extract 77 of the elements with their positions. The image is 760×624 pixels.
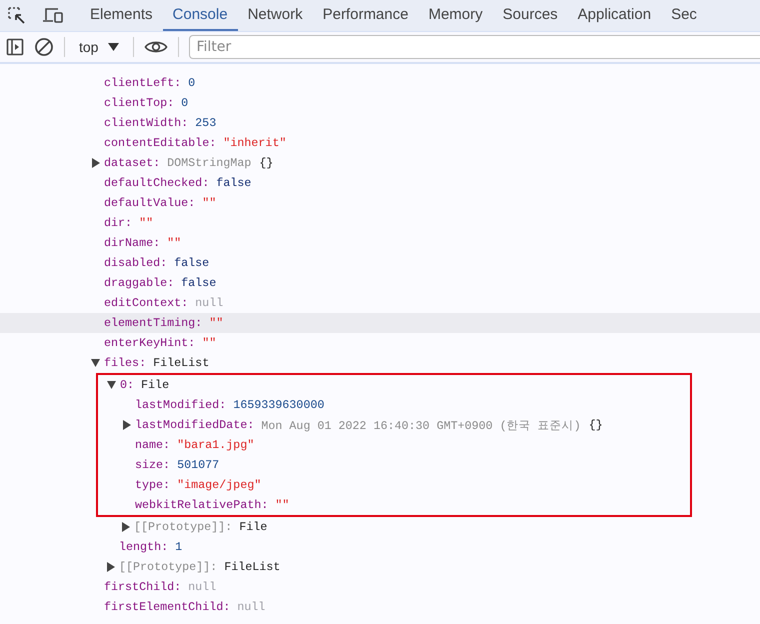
property-value: false <box>181 276 216 290</box>
property-key: lastModifiedDate: <box>135 418 254 432</box>
braces-text: {} <box>259 156 274 170</box>
eye-icon[interactable] <box>144 39 168 55</box>
property-value: "" <box>202 196 216 210</box>
property-key: [[Prototype]]: <box>134 520 232 534</box>
sidebar-icon[interactable] <box>6 38 24 56</box>
property-value: File <box>141 378 170 392</box>
property-key: 0: <box>120 378 134 392</box>
panel-tab[interactable]: Sec <box>661 0 707 31</box>
property-value: "bara1.jpg" <box>177 438 254 452</box>
property-value: 0 <box>181 96 188 110</box>
property-key: length: <box>119 540 168 554</box>
property-value: false <box>174 256 210 270</box>
context-dropdown[interactable]: top <box>75 39 124 55</box>
property-value: "" <box>139 216 154 230</box>
property-key: elementTiming: <box>104 316 202 330</box>
expand-triangle-icon[interactable] <box>91 158 100 168</box>
panel-tab[interactable]: Sources <box>492 0 568 31</box>
filter-field[interactable]: Filter <box>189 35 760 59</box>
panel-tab[interactable]: Performance <box>312 0 418 31</box>
property-value: "" <box>209 316 224 330</box>
property-key: name: <box>135 438 170 452</box>
property-value: FileList <box>224 560 280 574</box>
property-value: false <box>216 176 252 190</box>
property-key: draggable: <box>104 276 174 290</box>
panel-tab[interactable]: Memory <box>418 0 493 31</box>
inspect-icon[interactable] <box>7 6 27 26</box>
property-key: enterKeyHint: <box>104 336 196 350</box>
expand-triangle-icon[interactable] <box>122 420 131 430</box>
property-value: null <box>188 580 216 594</box>
expand-triangle-icon[interactable] <box>106 562 115 572</box>
property-key: clientWidth: <box>104 116 188 130</box>
panel-tab[interactable]: Application <box>568 0 662 31</box>
property-value: 1 <box>175 540 182 554</box>
property-key: files: <box>104 356 146 370</box>
property-key: clientTop: <box>104 96 174 110</box>
property-value: 501077 <box>177 458 220 472</box>
property-value: null <box>237 600 266 614</box>
property-key: dataset: <box>104 156 160 170</box>
property-key: defaultChecked: <box>104 176 210 190</box>
property-value: 253 <box>195 116 216 130</box>
property-value: "image/jpeg" <box>177 478 262 492</box>
clear-icon[interactable] <box>34 37 54 57</box>
property-key: contentEditable: <box>104 136 216 150</box>
property-key: dir: <box>104 216 132 230</box>
property-value: FileList <box>153 356 210 370</box>
property-key: editContext: <box>104 296 188 310</box>
property-value: "" <box>275 498 290 512</box>
property-key: dirName: <box>104 236 160 250</box>
caret-icon <box>108 43 120 51</box>
property-value: 1659339630000 <box>233 398 324 412</box>
property-key: defaultValue: <box>104 196 196 210</box>
panel-tab[interactable]: Network <box>238 0 313 31</box>
property-value: 0 <box>188 76 196 90</box>
property-value: File <box>239 520 268 534</box>
property-value: "inherit" <box>223 136 286 150</box>
expand-triangle-icon[interactable] <box>121 522 130 532</box>
property-key: [[Prototype]]: <box>119 560 218 574</box>
property-key: firstElementChild: <box>104 600 230 614</box>
property-key: webkitRelativePath: <box>135 498 268 512</box>
panel-tab[interactable]: Elements <box>80 0 163 31</box>
property-key: firstChild: <box>104 580 182 594</box>
property-key: lastModified: <box>135 398 226 412</box>
device-toolbar-icon[interactable] <box>42 6 64 26</box>
property-value: null <box>195 296 224 310</box>
collapse-triangle-icon[interactable] <box>107 380 116 390</box>
property-value: Mon Aug 01 2022 16:40:30 GMT+0900 (한국 표준시) <box>261 418 581 432</box>
braces-text: {} <box>588 418 603 432</box>
collapse-triangle-icon[interactable] <box>91 358 100 368</box>
property-value: DOMStringMap <box>167 156 252 170</box>
property-key: size: <box>135 458 170 472</box>
property-value: "" <box>202 336 216 350</box>
property-key: type: <box>135 478 170 492</box>
property-key: disabled: <box>104 256 168 270</box>
property-value: "" <box>167 236 182 250</box>
property-key: clientLeft: <box>104 76 182 90</box>
